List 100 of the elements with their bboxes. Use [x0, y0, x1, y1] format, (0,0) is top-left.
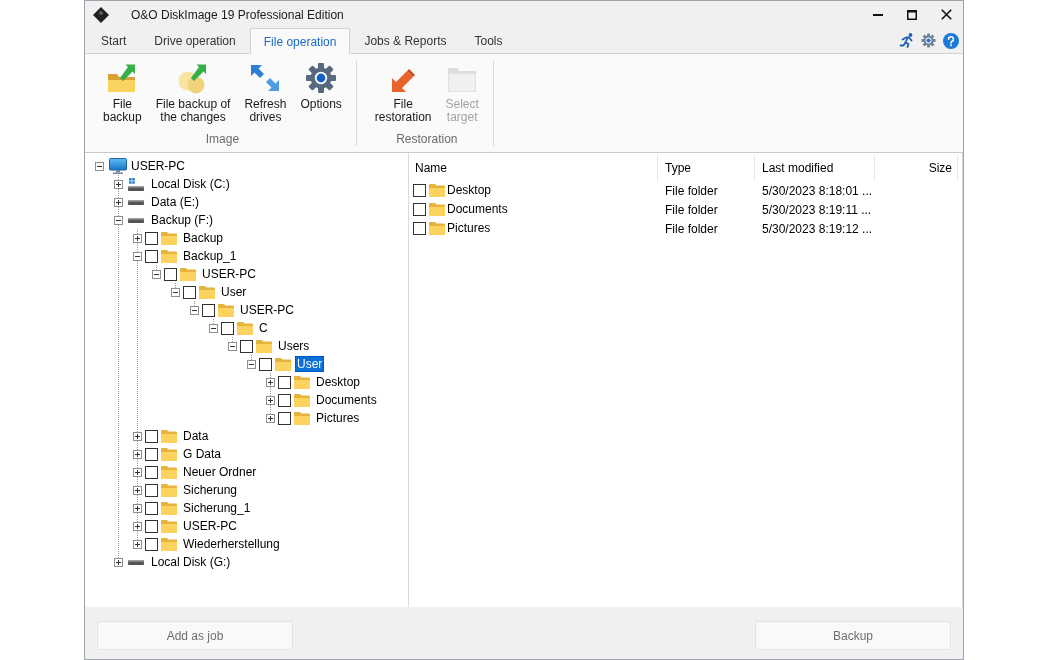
tree-item[interactable]: Data [181, 428, 211, 444]
ribbon-button[interactable]: Options [293, 60, 349, 111]
checkbox[interactable] [164, 267, 177, 281]
tab[interactable]: Jobs & Reports [350, 28, 461, 53]
runner-icon[interactable] [899, 33, 914, 48]
checkbox[interactable] [278, 411, 291, 425]
column-header[interactable]: Name [409, 155, 658, 181]
checkbox[interactable] [202, 303, 215, 317]
tree-item[interactable]: USER-PC [181, 518, 239, 534]
tree-item[interactable]: Backup_1 [181, 248, 239, 264]
tree-item[interactable]: User [295, 356, 325, 372]
tab[interactable]: File operation [249, 28, 351, 54]
file-type: File folder [665, 183, 718, 198]
expand-icon[interactable] [114, 179, 123, 189]
collapse-icon[interactable] [247, 359, 256, 369]
tree-item[interactable]: USER-PC [200, 266, 258, 282]
file-name[interactable]: Pictures [446, 221, 492, 236]
tree-item[interactable]: Sicherung [181, 482, 240, 498]
tree-item[interactable]: G Data [181, 446, 223, 462]
tree-item[interactable]: Pictures [314, 410, 362, 426]
checkbox[interactable] [145, 231, 158, 245]
tab[interactable]: Drive operation [140, 28, 250, 53]
group-label: Image [204, 133, 241, 146]
folder-icon [429, 203, 445, 216]
collapse-icon[interactable] [190, 305, 199, 315]
checkbox[interactable] [221, 321, 234, 335]
tree-item[interactable]: Backup [181, 230, 226, 246]
collapse-icon[interactable] [133, 251, 142, 261]
help-icon[interactable] [943, 32, 959, 49]
expand-icon[interactable] [133, 449, 142, 459]
checkbox[interactable] [145, 249, 158, 263]
tree-item[interactable]: Users [276, 338, 312, 354]
expand-icon[interactable] [133, 467, 142, 477]
folder-icon [256, 339, 272, 353]
file-type: File folder [665, 221, 718, 236]
tree-item[interactable]: USER-PC [238, 302, 296, 318]
settings-icon[interactable] [921, 33, 936, 48]
checkbox[interactable] [183, 285, 196, 299]
tree-item[interactable]: Local Disk (G:) [149, 554, 233, 570]
tree-item[interactable]: Neuer Ordner [181, 464, 259, 480]
column-header[interactable]: Size [875, 155, 958, 181]
ribbon-button[interactable]: File backup of the changes [148, 60, 238, 124]
expand-icon[interactable] [133, 485, 142, 495]
tree-item[interactable]: User [219, 284, 249, 300]
expand-icon[interactable] [133, 521, 142, 531]
folder-icon [218, 303, 234, 317]
tree-item[interactable]: Backup (F:) [149, 212, 215, 228]
checkbox[interactable] [259, 357, 272, 371]
tree-item[interactable]: Data (E:) [149, 194, 201, 210]
column-header[interactable]: Last modified [755, 155, 875, 181]
collapse-icon[interactable] [171, 287, 180, 297]
expand-icon[interactable] [266, 413, 275, 423]
checkbox[interactable] [145, 447, 158, 461]
modified-date: 5/30/2023 8:18:01 ... [762, 183, 873, 198]
checkbox[interactable] [145, 465, 158, 479]
system-drive-icon [128, 177, 144, 191]
checkbox[interactable] [145, 429, 158, 443]
checkbox[interactable] [145, 483, 158, 497]
checkbox[interactable] [145, 519, 158, 533]
expand-icon[interactable] [133, 431, 142, 441]
tab[interactable]: Tools [460, 28, 517, 53]
ribbon-button[interactable]: Refresh drives [237, 60, 294, 124]
file-name[interactable]: Documents [446, 202, 509, 217]
expand-icon[interactable] [266, 395, 275, 405]
tree-item[interactable]: Sicherung_1 [181, 500, 253, 516]
expand-icon[interactable] [266, 377, 275, 387]
checkbox[interactable] [278, 393, 291, 407]
checkbox[interactable] [145, 501, 158, 515]
arrows-icon [249, 62, 282, 94]
tree-item[interactable]: Local Disk (C:) [149, 176, 232, 192]
tree-item[interactable]: C [257, 320, 270, 336]
collapse-icon[interactable] [152, 269, 161, 279]
tree-item[interactable]: Wiederherstellung [181, 536, 282, 552]
collapse-icon[interactable] [228, 341, 237, 351]
tab[interactable]: Start [87, 28, 141, 53]
checkbox[interactable] [413, 184, 426, 197]
expand-icon[interactable] [133, 233, 142, 243]
checkbox[interactable] [413, 222, 426, 235]
expand-icon[interactable] [133, 503, 142, 513]
expand-icon[interactable] [114, 557, 123, 567]
folder-icon [294, 375, 310, 389]
ribbon-button[interactable]: File backup [96, 60, 149, 124]
collapse-icon[interactable] [114, 215, 123, 225]
folder-icon [199, 285, 215, 299]
collapse-icon[interactable] [209, 323, 218, 333]
column-header[interactable]: Type [658, 155, 755, 181]
expand-icon[interactable] [133, 539, 142, 549]
checkbox[interactable] [145, 537, 158, 551]
collapse-icon[interactable] [95, 161, 104, 171]
folder-icon [275, 357, 291, 371]
expand-icon[interactable] [114, 197, 123, 207]
checkbox[interactable] [240, 339, 253, 353]
ribbon-button[interactable]: File restoration [367, 60, 439, 124]
checkbox[interactable] [278, 375, 291, 389]
tree-item[interactable]: Documents [314, 392, 379, 408]
tree-item[interactable]: Desktop [314, 374, 363, 390]
file-name[interactable]: Desktop [446, 183, 493, 198]
folder-icon [429, 222, 445, 235]
checkbox[interactable] [413, 203, 426, 216]
tree-item[interactable]: USER-PC [129, 158, 187, 174]
